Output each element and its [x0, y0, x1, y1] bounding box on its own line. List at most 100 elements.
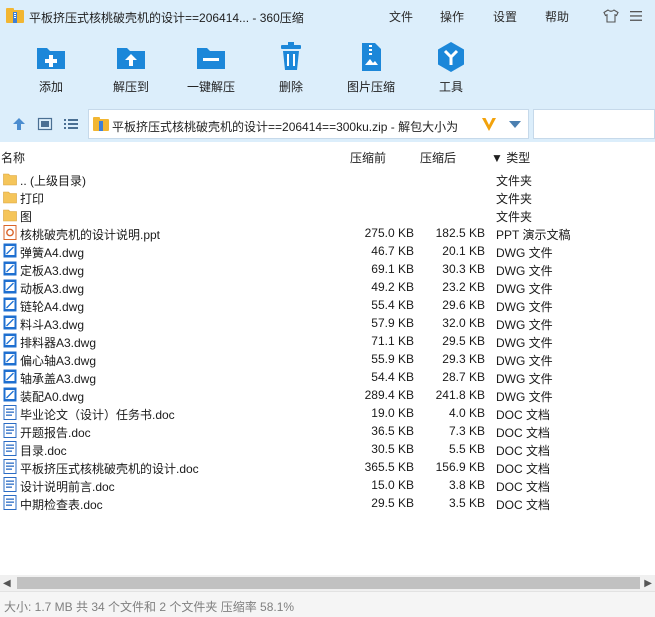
dwg-file-icon	[3, 369, 17, 384]
file-size-before: 275.0 KB	[364, 226, 414, 240]
verified-v-icon[interactable]	[481, 116, 497, 132]
file-type: DOC 文档	[496, 498, 551, 512]
file-row[interactable]: 核桃破壳机的设计说明.ppt 275.0 KB 182.5 KB PPT 演示文稿	[0, 224, 655, 242]
file-row[interactable]: 平板挤压式核桃破壳机的设计.doc 365.5 KB 156.9 KB DOC 文档	[0, 458, 655, 476]
column-type[interactable]: ▼ 类型	[491, 149, 530, 166]
file-row[interactable]: 图 文件夹	[0, 206, 655, 224]
extract-to-button[interactable]: 解压到	[91, 38, 171, 96]
menu-settings[interactable]: 设置	[493, 8, 517, 25]
column-name[interactable]: 名称	[1, 149, 25, 166]
file-row[interactable]: 料斗A3.dwg 57.9 KB 32.0 KB DWG 文件	[0, 314, 655, 332]
doc-file-icon	[3, 459, 17, 474]
menu-operate[interactable]: 操作	[440, 8, 464, 25]
file-size-before: 69.1 KB	[371, 262, 414, 276]
menu-file[interactable]: 文件	[389, 8, 413, 25]
tools-hexagon-icon	[438, 42, 464, 72]
window-title: 平板挤压式核桃破壳机的设计==206414... - 360压缩	[29, 11, 304, 25]
file-list: .. (上级目录) 文件夹 打印 文件夹图 文件夹 核桃破壳机的设计说明.ppt 275.0…	[0, 170, 655, 512]
file-type: DWG 文件	[496, 336, 553, 350]
column-header: 名称 压缩前 压缩后 ▼ 类型	[0, 148, 655, 166]
file-row[interactable]: 定板A3.dwg 69.1 KB 30.3 KB DWG 文件	[0, 260, 655, 278]
folder-icon	[3, 207, 17, 222]
file-size-before: 36.5 KB	[371, 424, 414, 438]
title-bar: 平板挤压式核桃破壳机的设计==206414... - 360压缩 文件 操作 设…	[0, 0, 655, 32]
hamburger-icon	[630, 11, 642, 21]
extract-to-label: 解压到	[112, 80, 149, 94]
file-size-after: 23.2 KB	[442, 280, 485, 294]
delete-button[interactable]: 删除	[251, 38, 331, 96]
file-type: DWG 文件	[496, 318, 553, 332]
list-view-icon[interactable]	[63, 116, 79, 132]
add-button[interactable]: 添加	[11, 38, 91, 96]
file-row[interactable]: 偏心轴A3.dwg 55.9 KB 29.3 KB DWG 文件	[0, 350, 655, 368]
tools-button[interactable]: 工具	[411, 38, 491, 96]
file-size-before: 49.2 KB	[371, 280, 414, 294]
file-name: .. (上级目录)	[20, 174, 86, 188]
doc-file-icon	[3, 423, 17, 438]
file-row[interactable]: 轴承盖A3.dwg 54.4 KB 28.7 KB DWG 文件	[0, 368, 655, 386]
file-row[interactable]: 毕业论文（设计）任务书.doc 19.0 KB 4.0 KB DOC 文档	[0, 404, 655, 422]
file-size-after: 29.3 KB	[442, 352, 485, 366]
file-size-after: 182.5 KB	[435, 226, 485, 240]
file-size-before: 365.5 KB	[364, 460, 414, 474]
file-size-after: 5.5 KB	[448, 442, 485, 456]
file-size-after: 3.5 KB	[448, 496, 485, 510]
file-name: 目录.doc	[20, 444, 67, 458]
file-row[interactable]: .. (上级目录) 文件夹	[0, 170, 655, 188]
file-size-before: 55.4 KB	[371, 298, 414, 312]
column-size-before[interactable]: 压缩前	[350, 149, 386, 166]
ppt-file-icon	[3, 225, 17, 240]
extract-folder-icon	[117, 48, 145, 69]
file-size-before: 289.4 KB	[364, 388, 414, 402]
scroll-left-icon[interactable]: ◀	[3, 578, 11, 589]
file-row[interactable]: 排料器A3.dwg 71.1 KB 29.5 KB DWG 文件	[0, 332, 655, 350]
file-name: 图	[20, 210, 33, 224]
dwg-file-icon	[3, 297, 17, 312]
file-row[interactable]: 链轮A4.dwg 55.4 KB 29.6 KB DWG 文件	[0, 296, 655, 314]
file-name: 核桃破壳机的设计说明.ppt	[20, 228, 161, 242]
image-compress-button[interactable]: 图片压缩	[331, 38, 411, 96]
tools-label: 工具	[438, 80, 463, 94]
scroll-right-icon[interactable]: ▶	[644, 578, 652, 589]
one-click-extract-button[interactable]: 一键解压	[171, 38, 251, 96]
file-row[interactable]: 装配A0.dwg 289.4 KB 241.8 KB DWG 文件	[0, 386, 655, 404]
file-row[interactable]: 设计说明前言.doc 15.0 KB 3.8 KB DOC 文档	[0, 476, 655, 494]
file-name: 弹簧A4.dwg	[20, 246, 85, 260]
menu-help[interactable]: 帮助	[545, 8, 569, 25]
search-input[interactable]	[533, 109, 655, 139]
dwg-file-icon	[3, 279, 17, 294]
dwg-file-icon	[3, 261, 17, 276]
up-arrow-icon[interactable]	[11, 116, 27, 132]
file-size-after: 30.3 KB	[442, 262, 485, 276]
tshirt-icon	[603, 9, 619, 23]
horizontal-scrollbar[interactable]: ◀ ▶	[0, 575, 655, 591]
dwg-file-icon	[3, 333, 17, 348]
file-name: 排料器A3.dwg	[20, 336, 97, 350]
file-type: DOC 文档	[496, 408, 551, 422]
doc-file-icon	[3, 405, 17, 420]
file-size-after: 3.8 KB	[448, 478, 485, 492]
dwg-file-icon	[3, 351, 17, 366]
address-bar[interactable]: 平板挤压式核桃破壳机的设计==206414==300ku.zip - 解包大小为	[88, 109, 529, 139]
file-row[interactable]: 打印 文件夹	[0, 188, 655, 206]
menu-button[interactable]	[625, 5, 647, 27]
file-row[interactable]: 中期检查表.doc 29.5 KB 3.5 KB DOC 文档	[0, 494, 655, 512]
skin-button[interactable]	[600, 5, 622, 27]
one-click-extract-label: 一键解压	[186, 80, 235, 94]
main-toolbar: 添加 解压到 一键解压 删除 图片压缩 工具	[0, 38, 655, 98]
file-type: 文件夹	[496, 210, 533, 224]
file-size-before: 71.1 KB	[371, 334, 414, 348]
column-size-after[interactable]: 压缩后	[420, 149, 456, 166]
file-row[interactable]: 动板A3.dwg 49.2 KB 23.2 KB DWG 文件	[0, 278, 655, 296]
file-row[interactable]: 开题报告.doc 36.5 KB 7.3 KB DOC 文档	[0, 422, 655, 440]
trash-icon	[281, 42, 301, 70]
file-name: 装配A0.dwg	[20, 390, 85, 404]
file-row[interactable]: 目录.doc 30.5 KB 5.5 KB DOC 文档	[0, 440, 655, 458]
file-row[interactable]: 弹簧A4.dwg 46.7 KB 20.1 KB DWG 文件	[0, 242, 655, 260]
file-type: DOC 文档	[496, 426, 551, 440]
file-name: 开题报告.doc	[20, 426, 91, 440]
address-row: 平板挤压式核桃破壳机的设计==206414==300ku.zip - 解包大小为	[0, 106, 655, 142]
scroll-thumb[interactable]	[17, 577, 640, 589]
thumbnail-view-icon[interactable]	[37, 116, 53, 132]
address-dropdown-icon[interactable]	[509, 121, 521, 128]
